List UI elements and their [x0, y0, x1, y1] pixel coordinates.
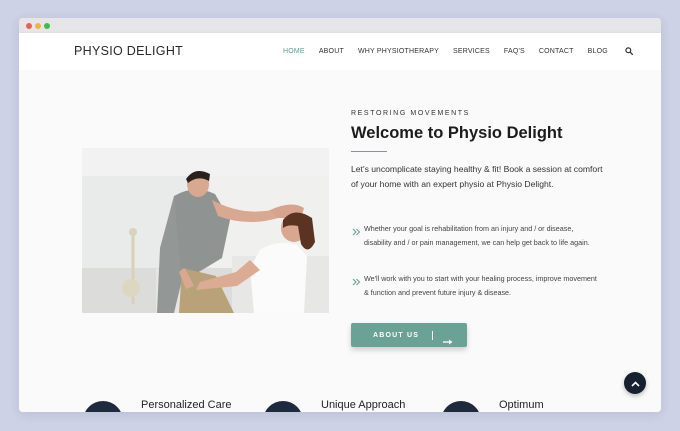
feature-icon-circle	[263, 401, 303, 412]
nav-contact[interactable]: CONTACT	[539, 48, 574, 55]
feature-optimum: Optimum	[441, 399, 544, 412]
nav-faqs[interactable]: FAQ'S	[504, 48, 525, 55]
feature-title: Unique Approach	[321, 399, 406, 411]
window-titlebar	[19, 18, 661, 33]
feature-title: Optimum	[499, 399, 544, 411]
about-us-button-label: ABOUT US	[373, 331, 420, 339]
hero-bullet: Whether your goal is rehabilitation from…	[352, 222, 597, 249]
main-content: RESTORING MOVEMENTS Welcome to Physio De…	[19, 70, 661, 412]
scroll-to-top-button[interactable]	[624, 372, 646, 394]
hero-photo	[82, 148, 329, 313]
search-icon[interactable]	[625, 47, 633, 55]
chevron-up-icon	[630, 374, 640, 392]
site-logo[interactable]: PHYSIO DELIGHT	[74, 44, 183, 58]
hero-title: Welcome to Physio Delight	[351, 124, 563, 142]
hero-intro: Let's uncomplicate staying healthy & fit…	[351, 164, 603, 189]
feature-title: Personalized Care	[141, 399, 232, 411]
hero-bullet-text: We'll work with you to start with your h…	[364, 274, 597, 297]
hero-bullet: We'll work with you to start with your h…	[352, 272, 597, 299]
nav-services[interactable]: SERVICES	[453, 48, 490, 55]
main-nav: HOME ABOUT WHY PHYSIOTHERAPY SERVICES FA…	[283, 47, 633, 55]
hero-eyebrow: RESTORING MOVEMENTS	[351, 110, 470, 117]
nav-why-physiotherapy[interactable]: WHY PHYSIOTHERAPY	[358, 48, 439, 55]
browser-window: PHYSIO DELIGHT HOME ABOUT WHY PHYSIOTHER…	[19, 18, 661, 412]
close-window-button[interactable]	[26, 23, 32, 29]
minimize-window-button[interactable]	[35, 23, 41, 29]
feature-icon-circle	[441, 401, 481, 412]
maximize-window-button[interactable]	[44, 23, 50, 29]
double-chevron-right-icon	[352, 273, 361, 299]
nav-about[interactable]: ABOUT	[319, 48, 344, 55]
feature-personalized-care: Personalized Care	[83, 399, 232, 412]
button-divider	[432, 330, 434, 340]
double-chevron-right-icon	[352, 223, 361, 249]
about-us-button[interactable]: ABOUT US	[351, 323, 467, 347]
feature-unique-approach: Unique Approach	[263, 399, 405, 412]
site-header: PHYSIO DELIGHT HOME ABOUT WHY PHYSIOTHER…	[19, 33, 661, 70]
nav-home[interactable]: HOME	[283, 48, 305, 55]
feature-icon-circle	[83, 401, 123, 412]
hero-bullet-text: Whether your goal is rehabilitation from…	[364, 224, 590, 247]
nav-blog[interactable]: BLOG	[588, 48, 608, 55]
arrow-right-icon	[443, 332, 453, 345]
title-divider	[351, 151, 387, 152]
